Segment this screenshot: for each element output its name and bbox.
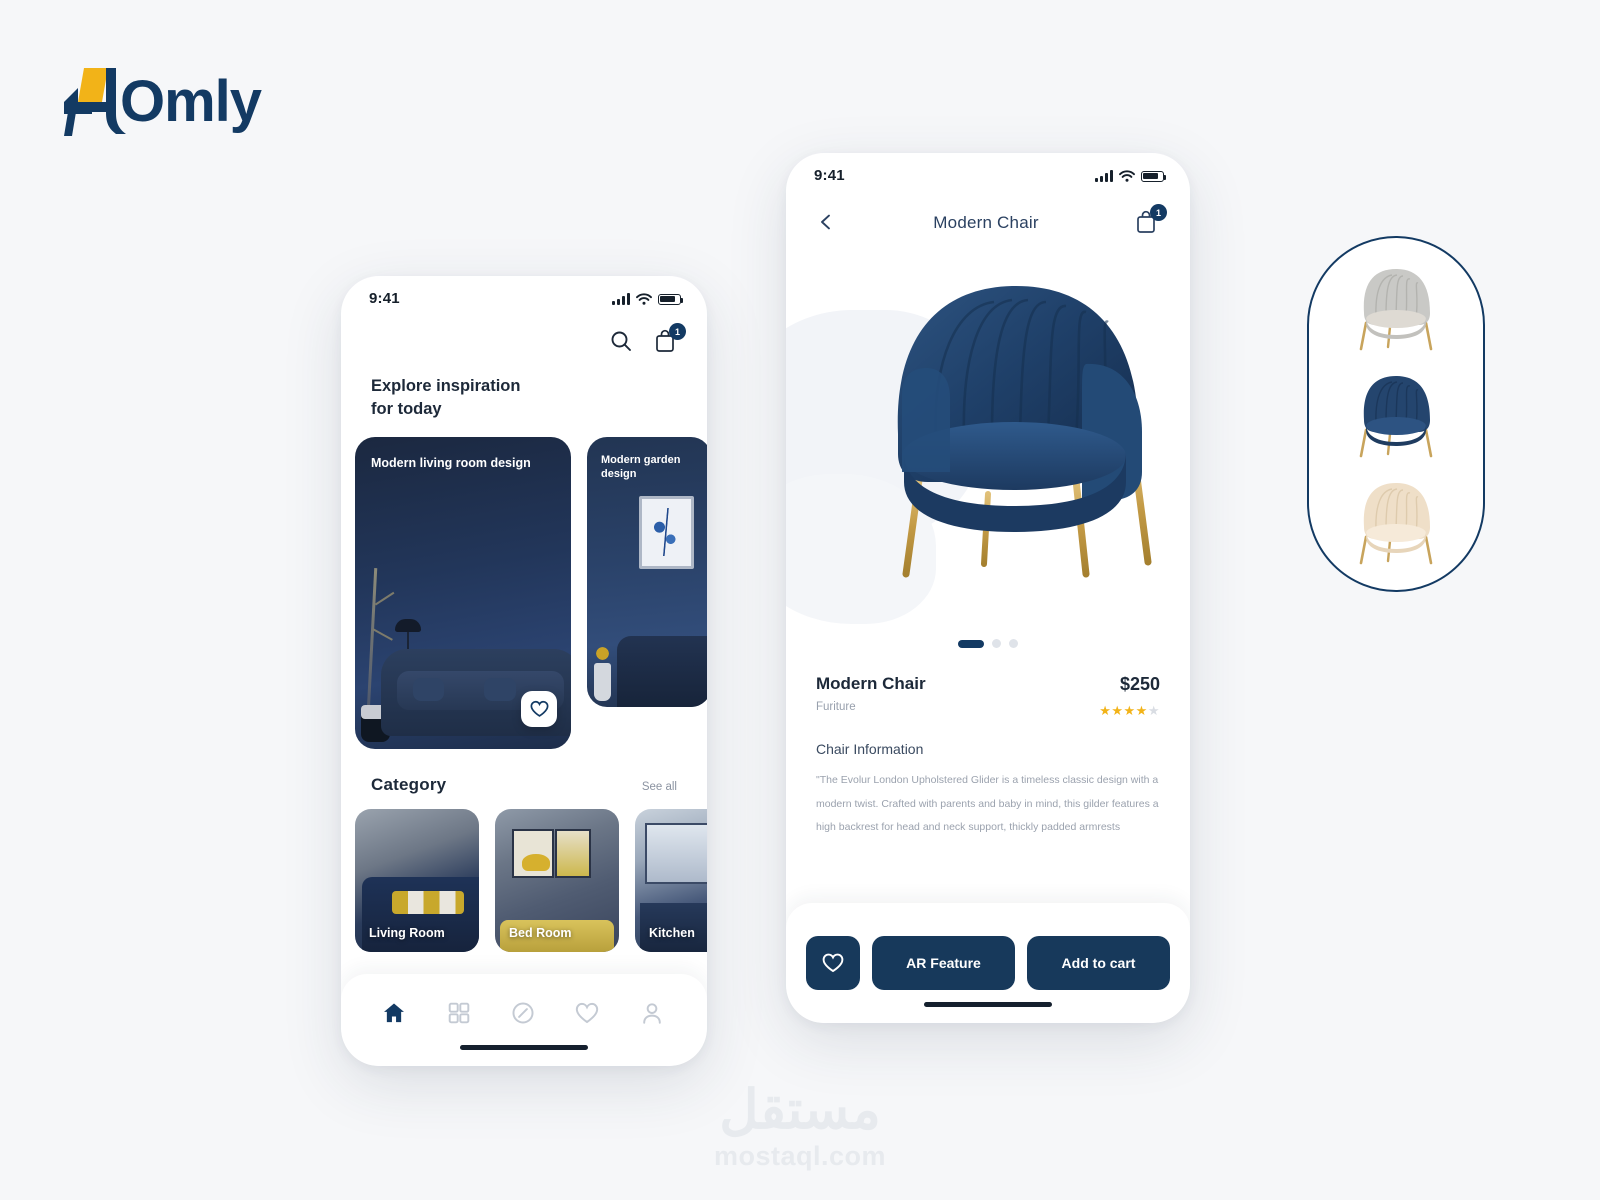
categories-tab[interactable]	[446, 1000, 474, 1028]
search-icon[interactable]	[609, 329, 635, 355]
favorites-tab[interactable]	[574, 1000, 602, 1028]
stars-filled: ★★★★	[1099, 703, 1148, 718]
info-section-body: "The Evolur London Upholstered Glider is…	[816, 774, 1159, 834]
bag-badge: 1	[669, 323, 686, 340]
product-detail-phone: 9:41 Modern Chair 1 Modern Chair Furitur…	[786, 153, 1190, 1023]
shopping-bag-icon[interactable]: 1	[1134, 204, 1167, 236]
wifi-icon	[636, 292, 652, 305]
chair-variant-cream[interactable]	[1342, 475, 1450, 567]
battery-icon	[658, 293, 684, 305]
product-image-navy-chair	[897, 285, 1152, 578]
page-heading: Explore inspiration for today	[371, 377, 521, 418]
rating-stars: ★★★★★	[1099, 703, 1160, 719]
heart-icon	[530, 700, 548, 717]
product-summary: Modern Chair Furiture $250 ★★★★★	[786, 658, 1190, 719]
category-title: Category	[371, 774, 447, 794]
inspiration-card-title: Modern living room design	[371, 455, 531, 470]
gallery-dot-2[interactable]	[992, 639, 1001, 648]
user-icon	[642, 1003, 661, 1024]
inspiration-card-title: Modern garden design	[601, 453, 681, 481]
chair-variant-navy[interactable]	[1342, 368, 1450, 460]
favorite-button[interactable]	[806, 936, 860, 990]
favorite-button[interactable]	[521, 690, 557, 727]
grid-icon	[448, 1002, 469, 1024]
category-card-bed-room[interactable]: Bed Room	[495, 808, 619, 952]
detail-status-bar: 9:41	[786, 153, 1190, 184]
category-header: Category See all	[341, 749, 707, 795]
gallery-dot-3[interactable]	[1009, 639, 1018, 648]
product-price: $250	[1119, 674, 1160, 694]
inspiration-card-garden[interactable]: Modern garden design	[587, 436, 707, 707]
page-title: Modern Chair	[933, 213, 1039, 232]
brand-logo: Omly	[58, 62, 262, 140]
explore-tab[interactable]	[510, 1000, 538, 1028]
gallery-pagination[interactable]	[958, 639, 1018, 648]
shopping-bag-icon[interactable]: 1	[653, 323, 686, 355]
chair-logo-icon	[58, 62, 132, 140]
category-card-label: Living Room	[369, 925, 445, 940]
status-time: 9:41	[814, 167, 845, 184]
signal-bars-icon	[612, 292, 630, 305]
category-card-label: Kitchen	[649, 925, 695, 940]
chevron-left-icon[interactable]	[816, 212, 838, 234]
see-all-link[interactable]: See all	[642, 781, 677, 793]
product-gallery[interactable]	[786, 242, 1190, 658]
brand-name: Omly	[120, 68, 262, 134]
status-time: 9:41	[369, 290, 400, 307]
chair-variant-grey[interactable]	[1342, 261, 1450, 353]
home-status-bar: 9:41	[341, 276, 707, 307]
category-carousel[interactable]: Living Room Bed Room Kitchen	[341, 795, 707, 952]
bottom-tab-bar	[341, 974, 707, 1066]
ar-feature-button[interactable]: AR Feature	[872, 936, 1015, 990]
signal-bars-icon	[1095, 169, 1113, 182]
inspiration-card-living-room[interactable]: Modern living room design	[355, 436, 571, 749]
color-variant-panel	[1307, 236, 1485, 592]
bag-badge: 1	[1149, 204, 1167, 221]
product-name: Modern Chair	[816, 674, 926, 693]
profile-tab[interactable]	[639, 1000, 667, 1028]
watermark-arabic: مستقل	[719, 1080, 881, 1140]
home-icon	[384, 1003, 405, 1023]
battery-icon	[1141, 170, 1167, 182]
heart-icon	[576, 1002, 599, 1024]
info-section-title: Chair Information	[816, 741, 924, 757]
product-category: Furiture	[816, 701, 856, 713]
watermark: مستقل mostaql.com	[714, 1083, 886, 1172]
watermark-latin: mostaql.com	[713, 1141, 887, 1171]
category-card-label: Bed Room	[509, 925, 572, 940]
home-tab[interactable]	[381, 1000, 409, 1028]
home-action-row: 1	[341, 307, 707, 355]
add-to-cart-button[interactable]: Add to cart	[1027, 936, 1170, 990]
heart-icon	[822, 953, 844, 973]
category-card-living-room[interactable]: Living Room	[355, 808, 479, 952]
home-indicator	[924, 1002, 1052, 1007]
category-card-kitchen[interactable]: Kitchen	[635, 808, 707, 952]
home-screen-phone: 9:41 1 Explore inspiration for today Mod…	[341, 276, 707, 1066]
inspiration-carousel[interactable]: Modern living room design Modern garden …	[341, 421, 707, 749]
wifi-icon	[1119, 169, 1135, 182]
stars-empty: ★	[1147, 703, 1160, 718]
compass-icon	[512, 1002, 534, 1024]
home-indicator	[460, 1045, 588, 1050]
detail-nav-bar: Modern Chair 1	[786, 184, 1190, 236]
gallery-dot-1[interactable]	[958, 639, 984, 648]
